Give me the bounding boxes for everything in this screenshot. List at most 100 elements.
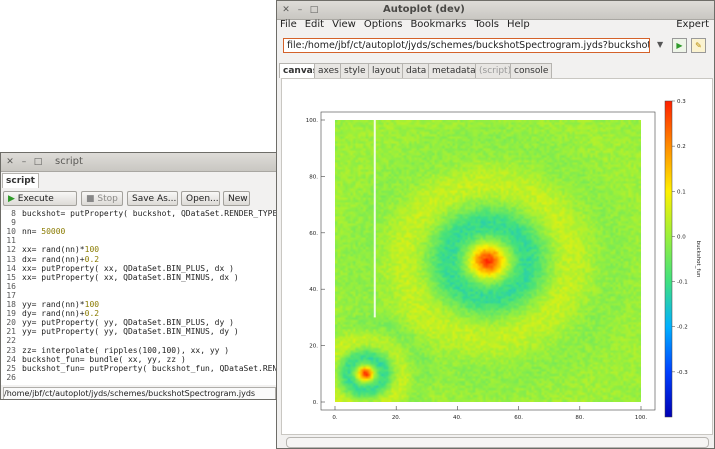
minimize-icon[interactable]: – [295, 5, 305, 15]
code-line-number: 14 [6, 263, 16, 273]
code-line-number: 13 [6, 254, 16, 264]
code-line-number: 19 [6, 309, 16, 319]
code-line-number: 9 [11, 218, 16, 228]
play-icon: ▶ [8, 194, 15, 204]
colorbar-tick-label: 0.1 [677, 189, 686, 195]
script-window-title: script [55, 156, 83, 167]
y-tick-label: 60. [309, 231, 318, 237]
code-line-text: yy= rand(nn)*100 [22, 300, 100, 309]
autoplot-window: ✕ – □ Autoplot (dev) File Edit View Options… [276, 0, 715, 449]
code-line-text: yy= putProperty( yy, QDataSet.BIN_MINUS,… [22, 327, 239, 337]
colorbar-tick-label: 0.2 [677, 144, 686, 150]
code-line-text: dy= rand(nn)+0.2 [22, 309, 100, 319]
open-button[interactable]: Open... [181, 191, 220, 206]
heatmap-image [335, 120, 641, 402]
maximize-icon[interactable]: □ [33, 157, 43, 167]
code-line-number: 25 [6, 363, 16, 373]
tab-bar: canvas axes style layout data metadata (script… [277, 63, 714, 78]
code-line-text: xx= rand(nn)*100 [22, 245, 100, 255]
colorbar-tick-label: -0.3 [677, 370, 688, 376]
canvas-panel: 0. 20. 40. 60. 80. 100. 0. 20. 40. 60. 80. 100. 0.3 0… [281, 78, 713, 435]
stop-button[interactable]: ■ Stop [81, 191, 123, 206]
y-tick-label: 20. [309, 344, 318, 350]
expert-menu[interactable]: Expert [676, 18, 709, 32]
colorbar-tick-label: 0.3 [677, 99, 686, 105]
stop-icon: ■ [86, 194, 95, 204]
colorbar-tick-label: 0.0 [677, 234, 686, 240]
minimize-icon[interactable]: – [19, 157, 29, 167]
spectrogram-plot[interactable]: 0.20.40.60.80.100.0. 20. 40. 60. 80. 100.0.30… [282, 79, 712, 434]
x-tick-label: 0. [332, 415, 337, 421]
code-line-text: yy= putProperty( yy, QDataSet.BIN_PLUS, … [22, 318, 234, 328]
code-line-number: 22 [6, 336, 16, 346]
menu-item-bookmarks[interactable]: Bookmarks [410, 19, 466, 30]
code-line-text: buckshot_fun= bundle( xx, yy, zz ) [22, 354, 186, 364]
code-editor[interactable]: 8 buckshot= putProperty( buckshot, QDataS… [1, 210, 276, 385]
tab-metadata[interactable]: metadata [428, 63, 480, 78]
go-icon[interactable]: ▶ [672, 38, 687, 53]
menu-bar: File Edit View Options Bookmarks Tools Help [280, 18, 538, 32]
code-line-text: dx= rand(nn)+0.2 [22, 254, 100, 264]
tab-script[interactable]: script [2, 173, 39, 188]
code-line-number: 26 [6, 372, 16, 382]
code-line-number: 15 [6, 272, 16, 282]
tab-layout[interactable]: layout [368, 63, 405, 78]
code-line-number: 11 [6, 236, 16, 246]
menu-item-options[interactable]: Options [364, 19, 403, 30]
address-value: file:/home/jbf/ct/autoplot/jyds/schemes/… [287, 40, 650, 51]
close-icon[interactable]: ✕ [281, 5, 291, 15]
code-line-number: 12 [6, 245, 16, 255]
autoplot-window-title: Autoplot (dev) [383, 4, 465, 15]
menu-item-view[interactable]: View [332, 19, 356, 30]
code-line-number: 17 [6, 290, 16, 300]
y-tick-label: 40. [309, 287, 318, 293]
execute-label: Execute [17, 194, 54, 204]
x-tick-label: 100. [635, 415, 647, 421]
chevron-down-icon[interactable]: ▼ [657, 40, 663, 49]
horizontal-scrollbar[interactable] [286, 437, 709, 448]
y-tick-label: 0. [313, 400, 318, 406]
bookmark-icon[interactable]: ✎ [691, 38, 706, 53]
menu-item-edit[interactable]: Edit [305, 19, 324, 30]
stop-label: Stop [97, 194, 118, 204]
x-tick-label: 80. [575, 415, 584, 421]
code-line-text: zz= interpolate( ripples(100,100), xx, y… [22, 345, 230, 355]
y-tick-label: 100. [306, 118, 318, 124]
script-toolbar: ▶ Execute ■ Stop Save As... Open... New [1, 190, 276, 208]
menu-item-tools[interactable]: Tools [474, 19, 499, 30]
script-window: ✕ – □ script script ▶ Execute ■ Stop Sav… [0, 152, 277, 400]
save-as-button[interactable]: Save As... [127, 191, 178, 206]
menu-item-help[interactable]: Help [507, 19, 530, 30]
data-gap-strip [373, 120, 376, 318]
address-field[interactable]: file:/home/jbf/ct/autoplot/jyds/schemes/… [283, 38, 650, 53]
code-line-text: xx= putProperty( xx, QDataSet.BIN_MINUS,… [22, 272, 239, 282]
code-line-text: buckshot_fun= putProperty( buckshot_fun,… [22, 363, 276, 373]
execute-button[interactable]: ▶ Execute [3, 191, 77, 206]
x-tick-label: 60. [514, 415, 523, 421]
code-line-number: 21 [6, 327, 16, 337]
code-line-number: 16 [6, 281, 16, 291]
x-tick-label: 20. [392, 415, 401, 421]
code-line-number: 23 [6, 345, 16, 355]
script-titlebar[interactable]: ✕ – □ script [1, 153, 276, 172]
code-line-number: 18 [6, 300, 16, 309]
tab-style[interactable]: style [340, 63, 370, 78]
close-icon[interactable]: ✕ [5, 157, 15, 167]
colorbar-tick-label: -0.2 [677, 325, 688, 331]
code-line-text: nn= 50000 [22, 227, 66, 237]
menu-item-file[interactable]: File [280, 19, 297, 30]
colorbar-tick-label: -0.1 [677, 280, 688, 286]
tab-console[interactable]: console [510, 63, 553, 78]
new-button[interactable]: New [223, 191, 250, 206]
code-line-text: xx= putProperty( xx, QDataSet.BIN_PLUS, … [22, 263, 234, 273]
colorbar [664, 100, 673, 418]
code-line-number: 24 [6, 354, 16, 364]
tab-axes[interactable]: axes [314, 63, 343, 78]
code-line-number: 20 [6, 318, 16, 328]
maximize-icon[interactable]: □ [309, 5, 319, 15]
code-line-text: buckshot= putProperty( buckshot, QDataSe… [22, 210, 276, 218]
x-tick-label: 40. [453, 415, 462, 421]
colorbar-label: buckshot_fun [695, 241, 701, 278]
y-tick-label: 80. [309, 174, 318, 180]
tab-data[interactable]: data [402, 63, 431, 78]
